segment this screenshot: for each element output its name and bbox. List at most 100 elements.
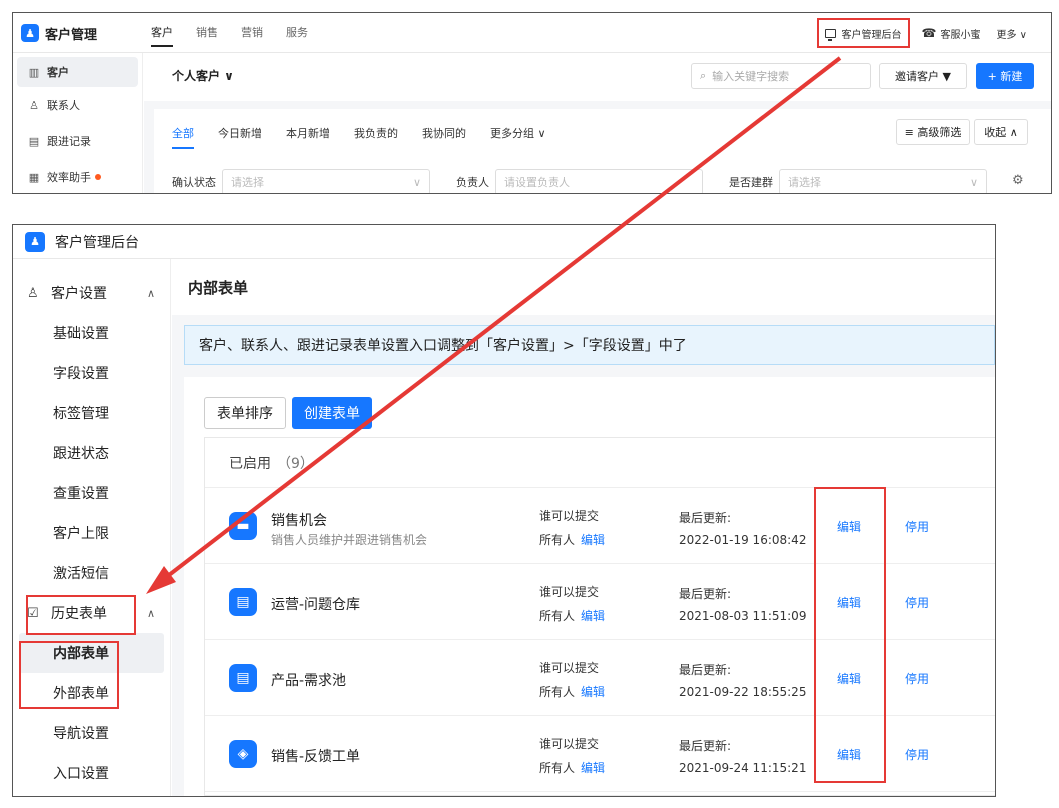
owner-select[interactable]: 请设置负责人 (495, 169, 703, 193)
sidebar-group-label: 历史表单 (51, 606, 107, 622)
sidebar-group-label: 客户设置 (51, 286, 107, 302)
collapse-button[interactable]: 收起 ∧ (974, 119, 1028, 145)
updated-label: 最后更新: (679, 587, 732, 601)
sidebar-item-label: 联系人 (47, 99, 80, 112)
advanced-filter-button[interactable]: ≡ 高级筛选 (896, 119, 970, 145)
updated-label: 最后更新: (679, 739, 732, 753)
top-nav: ♟ 客户管理 客户 销售 营销 服务 客户管理后台 ☎ 客服小蜜 更多 ∨ (13, 13, 1051, 53)
list-item: ▤ 运营-问题仓库 谁可以提交 所有人 编辑 最后更新: 2021-08-03 1… (205, 564, 995, 640)
who-label: 谁可以提交 (539, 509, 600, 523)
sidebar-item-navigation-settings[interactable]: 导航设置 (13, 713, 170, 753)
field-label: 负责人 (456, 176, 489, 189)
who-edit-link[interactable]: 编辑 (581, 533, 605, 547)
notification-dot (95, 174, 101, 180)
who-label: 谁可以提交 (539, 661, 600, 675)
customer-service-link[interactable]: ☎ 客服小蜜 (922, 26, 981, 41)
brand-icon: ♟ (21, 24, 39, 42)
sidebar-item-basic-settings[interactable]: 基础设置 (13, 313, 170, 353)
filter-card: 全部 今日新增 本月新增 我负责的 我协同的 更多分组 ∨ ≡ 高级筛选 收起 … (154, 109, 1051, 193)
sidebar-item-tag-management[interactable]: 标签管理 (13, 393, 170, 433)
select-placeholder: 请选择 (788, 176, 821, 189)
who-label: 谁可以提交 (539, 737, 600, 751)
customer-type-dropdown[interactable]: 个人客户 ∨ (172, 67, 234, 84)
filter-month[interactable]: 本月新增 (286, 125, 330, 141)
who-edit-link[interactable]: 编辑 (581, 761, 605, 775)
sort-forms-button[interactable]: 表单排序 (204, 397, 286, 429)
form-name: 销售机会 (271, 513, 327, 529)
sidebar-item-external-forms[interactable]: 外部表单 (13, 673, 170, 713)
tab-sales[interactable]: 销售 (196, 13, 218, 53)
disable-form-link[interactable]: 停用 (905, 594, 929, 611)
admin-title: 客户管理后台 (55, 234, 139, 251)
sidebar-item-label: 客户 (47, 66, 69, 79)
handshake-icon: ◈ (229, 740, 257, 768)
new-button[interactable]: + 新建 (976, 63, 1034, 89)
group-created-select[interactable]: 请选择 ∨ (779, 169, 987, 193)
confirm-status-select[interactable]: 请选择 ∨ (222, 169, 430, 193)
form-name: 运营-问题仓库 (271, 597, 361, 613)
page-title: 内部表单 (172, 259, 995, 315)
sidebar-item-followup[interactable]: ▤ 跟进记录 (13, 123, 142, 159)
sidebar-item-customer[interactable]: ▥ 客户 (17, 57, 138, 87)
more-menu[interactable]: 更多 ∨ (997, 26, 1028, 41)
list-item: ◈ 销售-反馈工单 谁可以提交 所有人 编辑 最后更新: 2021-09-24 1… (205, 716, 995, 792)
filter-today[interactable]: 今日新增 (218, 125, 262, 141)
updated-value: 2021-09-24 11:15:21 (679, 761, 807, 775)
edit-form-link[interactable]: 编辑 (837, 594, 861, 611)
filter-fields: 确认状态 请选择 ∨ 负责人 请设置负责人 是否建群 请选择 ∨ (172, 169, 1013, 193)
form-icon: ☑ (27, 605, 39, 621)
brand-title: 客户管理 (45, 27, 98, 43)
filter-collab[interactable]: 我协同的 (422, 125, 466, 141)
edit-form-link[interactable]: 编辑 (837, 670, 861, 687)
edit-form-link[interactable]: 编辑 (837, 518, 861, 535)
top-toolbar: 个人客户 ∨ ⌕ 输入关键字搜索 邀请客户 ▼ + 新建 (144, 53, 1051, 101)
disable-form-link[interactable]: 停用 (905, 746, 929, 763)
sidebar-item-customer-limit[interactable]: 客户上限 (13, 513, 170, 553)
who-edit-link[interactable]: 编辑 (581, 685, 605, 699)
create-form-button[interactable]: 创建表单 (292, 397, 372, 429)
who-edit-link[interactable]: 编辑 (581, 609, 605, 623)
top-sidebar: ▥ 客户 ♙ 联系人 ▤ 跟进记录 ▦ 效率助手 (13, 53, 143, 193)
sidebar-item-label: 跟进记录 (47, 135, 91, 148)
filter-all[interactable]: 全部 (172, 125, 194, 149)
enabled-count: （9） (277, 455, 314, 472)
field-label: 是否建群 (729, 176, 773, 189)
tab-marketing[interactable]: 营销 (241, 13, 263, 53)
sidebar-item-activation-sms[interactable]: 激活短信 (13, 553, 170, 593)
edit-form-link[interactable]: 编辑 (837, 746, 861, 763)
brand[interactable]: ♟ 客户管理 (21, 23, 97, 43)
disable-form-link[interactable]: 停用 (905, 670, 929, 687)
form-description: 销售人员维护并跟进销售机会 (271, 533, 428, 547)
gear-icon[interactable]: ⚙ (1012, 173, 1024, 188)
sidebar-item-internal-forms[interactable]: 内部表单 (19, 633, 164, 673)
filter-mine[interactable]: 我负责的 (354, 125, 398, 141)
chevron-up-icon: ∧ (147, 606, 156, 620)
headset-icon: ☎ (921, 26, 937, 40)
brand-icon: ♟ (25, 231, 45, 252)
sidebar-item-dedup-settings[interactable]: 查重设置 (13, 473, 170, 513)
chevron-up-icon: ∧ (147, 286, 156, 300)
updated-value: 2022-01-19 16:08:42 (679, 533, 807, 547)
sidebar-item-field-settings[interactable]: 字段设置 (13, 353, 170, 393)
notice-banner: 客户、联系人、跟进记录表单设置入口调整到「客户设置」>「字段设置」中了 (184, 325, 995, 365)
tab-customer[interactable]: 客户 (151, 13, 173, 53)
form-name: 产品-需求池 (271, 673, 347, 689)
sidebar-item-assistant[interactable]: ▦ 效率助手 (13, 159, 142, 193)
disable-form-link[interactable]: 停用 (905, 518, 929, 535)
who-value: 所有人 编辑 (539, 609, 606, 623)
filter-more-groups[interactable]: 更多分组 ∨ (490, 125, 546, 141)
search-placeholder: 输入关键字搜索 (712, 70, 790, 83)
sidebar-item-contacts[interactable]: ♙ 联系人 (13, 87, 142, 123)
admin-header: ♟ 客户管理后台 (13, 225, 995, 259)
sidebar-group-history-forms[interactable]: ☑ 历史表单 ∧ (13, 593, 170, 633)
admin-console-link[interactable]: 客户管理后台 (816, 18, 910, 48)
search-icon: ⌕ (700, 69, 707, 82)
search-input[interactable]: ⌕ 输入关键字搜索 (691, 63, 871, 89)
sidebar-group-customer-settings[interactable]: ♙ 客户设置 ∧ (13, 273, 170, 313)
grid-icon: ▦ (28, 170, 40, 184)
customer-service-label: 客服小蜜 (940, 29, 981, 41)
sidebar-item-followup-status[interactable]: 跟进状态 (13, 433, 170, 473)
tab-service[interactable]: 服务 (286, 13, 308, 53)
sidebar-item-entry-settings[interactable]: 入口设置 (13, 753, 170, 793)
invite-customer-button[interactable]: 邀请客户 ▼ (879, 63, 967, 89)
